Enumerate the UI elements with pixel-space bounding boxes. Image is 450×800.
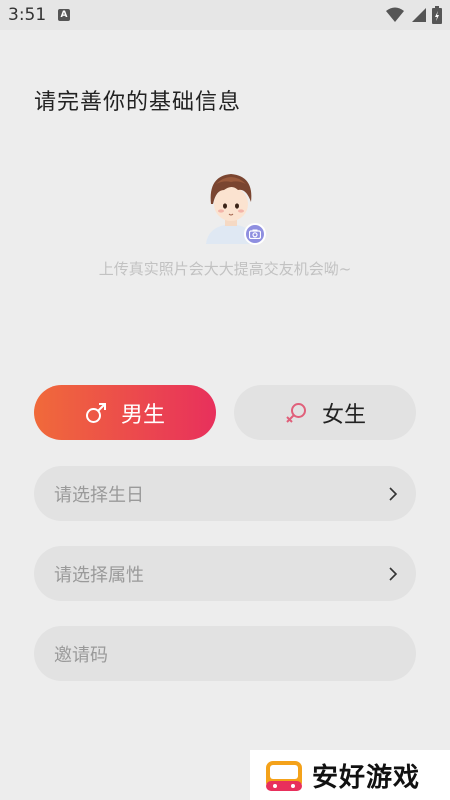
birthday-placeholder: 请选择生日 <box>54 484 144 506</box>
invite-code-input[interactable]: 邀请码 <box>34 626 416 681</box>
upload-hint: 上传真实照片会大大提高交友机会呦~ <box>98 260 352 278</box>
status-time: 3:51 <box>8 5 47 25</box>
male-button[interactable]: 男生 <box>34 385 216 440</box>
chevron-right-icon <box>389 566 398 581</box>
gamepad-logo-icon <box>266 761 302 791</box>
app-notification-icon: A <box>58 9 70 21</box>
status-icons <box>386 6 442 24</box>
female-icon <box>286 402 306 423</box>
attribute-placeholder: 请选择属性 <box>54 564 144 586</box>
watermark: 安好游戏 <box>250 750 450 800</box>
male-label: 男生 <box>120 402 165 428</box>
watermark-text: 安好游戏 <box>312 762 421 793</box>
birthday-select[interactable]: 请选择生日 <box>34 466 416 521</box>
status-bar: 3:51 A <box>0 0 450 30</box>
invite-placeholder: 邀请码 <box>54 644 108 666</box>
signal-icon <box>412 8 426 22</box>
attribute-select[interactable]: 请选择属性 <box>34 546 416 601</box>
wifi-icon <box>386 7 404 22</box>
chevron-right-icon <box>389 486 398 501</box>
female-button[interactable]: 女生 <box>234 385 416 440</box>
male-icon <box>85 402 106 423</box>
camera-icon[interactable] <box>244 223 266 245</box>
battery-icon <box>432 6 442 24</box>
page-title: 请完善你的基础信息 <box>34 90 242 115</box>
female-label: 女生 <box>321 402 366 428</box>
